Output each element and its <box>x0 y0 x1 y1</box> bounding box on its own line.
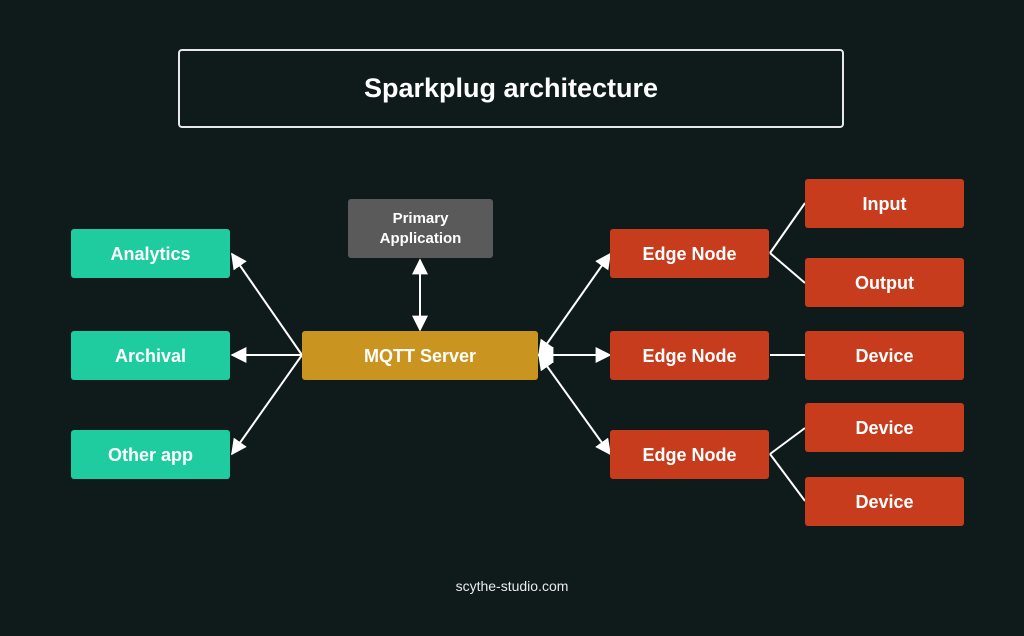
arrow-mqtt-edge3 <box>538 353 611 456</box>
mqtt-server-label: MQTT Server <box>363 345 477 366</box>
other-app-label: Other app <box>107 444 193 465</box>
footer-credit: scythe-studio.com <box>455 578 569 594</box>
output-node: Output <box>805 258 964 307</box>
device-2-label: Device <box>855 417 914 438</box>
device-3-label: Device <box>855 491 914 512</box>
edge-node-3: Edge Node <box>610 430 769 479</box>
archival-label: Archival <box>114 345 187 366</box>
other-app-node: Other app <box>71 430 230 479</box>
line-edge1-output <box>769 252 806 284</box>
connector-layer <box>230 202 806 502</box>
device-node-3: Device <box>805 477 964 526</box>
edge-node-1-label: Edge Node <box>642 243 737 264</box>
arrow-mqtt-otherapp <box>231 354 303 456</box>
line-edge3-device1 <box>769 427 806 455</box>
analytics-label: Analytics <box>110 243 191 264</box>
edge-node-2-label: Edge Node <box>642 345 737 366</box>
edge-node-1: Edge Node <box>610 229 769 278</box>
device-1-label: Device <box>855 345 914 366</box>
primary-label-line2: Application <box>379 229 462 247</box>
line-edge1-input <box>769 202 806 254</box>
device-node-1: Device <box>805 331 964 380</box>
mqtt-server-node: MQTT Server <box>302 331 538 380</box>
output-label: Output <box>855 272 914 293</box>
primary-label-line1: Primary <box>392 209 449 227</box>
input-node: Input <box>805 179 964 228</box>
analytics-node: Analytics <box>71 229 230 278</box>
edge-node-2: Edge Node <box>610 331 769 380</box>
edge-node-3-label: Edge Node <box>642 444 737 465</box>
primary-application-node: Primary Application <box>348 199 493 258</box>
device-node-2: Device <box>805 403 964 452</box>
line-edge3-device2 <box>769 453 806 502</box>
archival-node: Archival <box>71 331 230 380</box>
input-label: Input <box>862 193 907 214</box>
arrow-mqtt-edge1 <box>538 252 611 357</box>
arrow-mqtt-analytics <box>231 252 303 356</box>
